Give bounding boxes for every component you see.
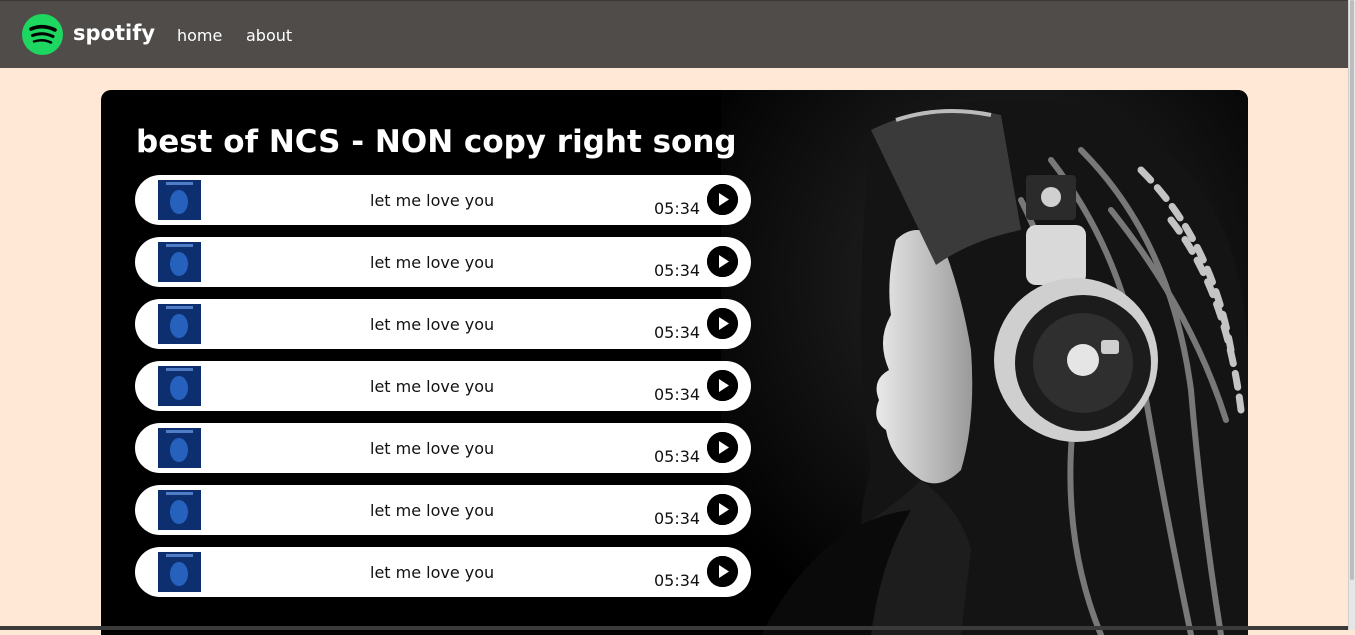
playlist-hero: best of NCS - NON copy right song let me…: [101, 90, 1248, 635]
song-item[interactable]: let me love you 05:34: [135, 237, 751, 287]
song-duration: 05:34: [654, 199, 701, 218]
play-icon: [707, 308, 738, 339]
woman-with-headphones-image: [721, 90, 1248, 635]
album-cover-icon: [158, 552, 201, 592]
song-name: let me love you: [370, 439, 495, 458]
song-item[interactable]: let me love you 05:34: [135, 299, 751, 349]
song-item[interactable]: let me love you 05:34: [135, 175, 751, 225]
song-name: let me love you: [370, 315, 495, 334]
play-icon: [707, 370, 738, 401]
play-icon: [707, 494, 738, 525]
play-button[interactable]: [707, 432, 738, 463]
play-icon: [707, 246, 738, 277]
album-cover-icon: [158, 490, 201, 530]
play-button[interactable]: [707, 370, 738, 401]
playlist-title: best of NCS - NON copy right song: [136, 124, 737, 160]
page-scrollbar[interactable]: [1348, 0, 1355, 630]
brand-name[interactable]: spotify: [73, 21, 155, 45]
album-cover-icon: [158, 304, 201, 344]
song-item[interactable]: let me love you 05:34: [135, 547, 751, 597]
play-button[interactable]: [707, 308, 738, 339]
album-cover-icon: [158, 242, 201, 282]
play-button[interactable]: [707, 556, 738, 587]
song-duration: 05:34: [654, 323, 701, 342]
nav-link-about[interactable]: about: [246, 26, 292, 45]
top-navbar: spotify home about: [0, 0, 1349, 68]
play-button[interactable]: [707, 494, 738, 525]
play-button[interactable]: [707, 184, 738, 215]
play-icon: [707, 556, 738, 587]
song-name: let me love you: [370, 377, 495, 396]
song-name: let me love you: [370, 253, 495, 272]
song-name: let me love you: [370, 191, 495, 210]
album-cover-icon: [158, 428, 201, 468]
song-duration: 05:34: [654, 261, 701, 280]
song-duration: 05:34: [654, 509, 701, 528]
song-duration: 05:34: [654, 385, 701, 404]
song-list: let me love you 05:34 let me love you 05:34…: [135, 175, 751, 609]
play-icon: [707, 184, 738, 215]
song-duration: 05:34: [654, 571, 701, 590]
song-name: let me love you: [370, 501, 495, 520]
song-item[interactable]: let me love you 05:34: [135, 361, 751, 411]
spotify-logo-icon[interactable]: [22, 14, 63, 55]
song-duration: 05:34: [654, 447, 701, 466]
nav-link-home[interactable]: home: [177, 26, 222, 45]
album-cover-icon: [158, 180, 201, 220]
song-item[interactable]: let me love you 05:34: [135, 423, 751, 473]
bottom-edge: [0, 626, 1349, 630]
album-cover-icon: [158, 366, 201, 406]
play-button[interactable]: [707, 246, 738, 277]
song-item[interactable]: let me love you 05:34: [135, 485, 751, 535]
song-name: let me love you: [370, 563, 495, 582]
scrollbar-thumb[interactable]: [1350, 0, 1354, 580]
play-icon: [707, 432, 738, 463]
